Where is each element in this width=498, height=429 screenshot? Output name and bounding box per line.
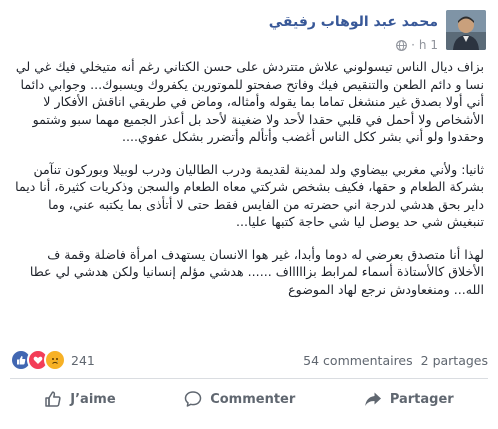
sad-reaction-icon	[44, 349, 66, 371]
author-name[interactable]: محمد عبد الوهاب رفيقي	[269, 14, 438, 30]
post-meta: 1 h ·	[396, 38, 438, 52]
thumbs-up-icon	[45, 391, 61, 407]
comment-label: Commenter	[210, 391, 296, 407]
post-paragraph-3: لهذا أنا متصدق بعرضي له دوما وأبدا، غير …	[29, 246, 484, 297]
separator-dot: ·	[411, 38, 415, 52]
reactions-summary[interactable]: 241	[10, 349, 95, 371]
post-time[interactable]: 1 h	[419, 38, 438, 52]
post-actions: J’aime Commenter Partager	[10, 382, 488, 416]
post-stats: 241 54 commentaires 2 partages	[10, 349, 488, 371]
share-icon	[365, 392, 381, 406]
comments-count[interactable]: 54 commentaires	[303, 353, 412, 368]
avatar-image	[446, 10, 486, 50]
facebook-post: محمد عبد الوهاب رفيقي 1 h · بزاف ديال ال…	[0, 0, 498, 429]
author-avatar[interactable]	[446, 10, 486, 50]
engagement-counts: 54 commentaires 2 partages	[303, 353, 488, 368]
share-button[interactable]: Partager	[352, 384, 466, 414]
shares-count[interactable]: 2 partages	[421, 353, 488, 368]
post-paragraph-2: ثانيا: ولأني مغربي بيضاوي ولد لمدينة لقد…	[15, 161, 484, 230]
comment-button[interactable]: Commenter	[172, 384, 307, 414]
post-paragraph-1: بزاف ديال الناس تيسولوني علاش متتردش على…	[15, 59, 484, 144]
post-header: محمد عبد الوهاب رفيقي 1 h ·	[0, 10, 498, 60]
post-body: بزاف ديال الناس تيسولوني علاش متتردش على…	[14, 58, 484, 313]
actions-divider	[10, 378, 488, 379]
share-label: Partager	[389, 391, 454, 407]
like-label: J’aime	[70, 391, 116, 407]
like-button[interactable]: J’aime	[32, 384, 127, 414]
comment-icon	[184, 391, 202, 407]
reaction-count[interactable]: 241	[71, 353, 95, 368]
globe-icon[interactable]	[396, 39, 408, 51]
